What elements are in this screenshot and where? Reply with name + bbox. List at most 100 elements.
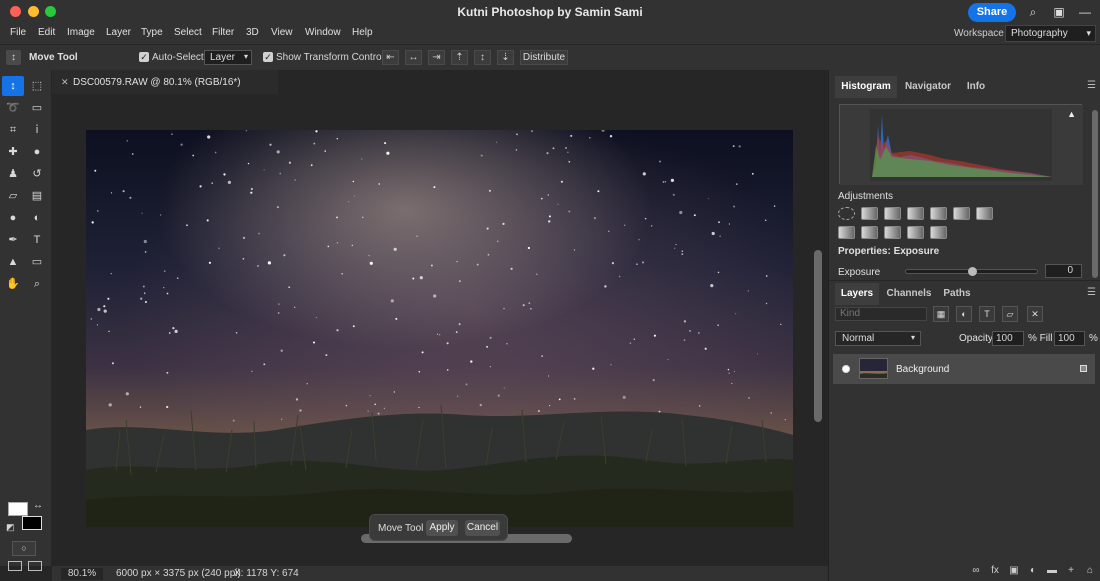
fill-field[interactable]: 100 — [1054, 331, 1085, 346]
levels-icon[interactable] — [861, 207, 878, 220]
layer-kind-filter[interactable]: Kind — [835, 307, 927, 321]
eraser-tool-icon[interactable]: ▱ — [2, 186, 24, 206]
black-white-icon[interactable] — [838, 226, 855, 239]
cancel-button[interactable]: Cancel — [465, 520, 500, 536]
canvas-image[interactable] — [86, 130, 793, 527]
opacity-field[interactable]: 100 — [992, 331, 1024, 346]
layer-style-icon[interactable]: fx — [988, 564, 1002, 578]
panel-menu-icon[interactable]: ☰ — [1087, 80, 1096, 91]
filter-shape-icon[interactable]: ▱ — [1002, 306, 1018, 322]
align-middle-v-icon[interactable]: ↕ — [474, 50, 491, 65]
vertical-scrollbar[interactable] — [814, 250, 822, 422]
exposure-slider[interactable] — [905, 267, 1038, 276]
auto-select-checkbox[interactable]: ✓ — [139, 52, 149, 62]
menu-select[interactable]: Select — [174, 27, 202, 38]
tab-layers[interactable]: Layers — [835, 283, 879, 305]
filter-pixel-icon[interactable]: ▦ — [933, 306, 949, 322]
close-icon[interactable]: ✕ — [61, 77, 69, 88]
exposure-value-field[interactable]: 0 — [1045, 264, 1082, 278]
shape-tool-icon[interactable]: ▭ — [26, 252, 48, 272]
healing-tool-icon[interactable]: ✚ — [2, 142, 24, 162]
group-icon[interactable]: ▬ — [1045, 564, 1059, 578]
share-button[interactable]: Share — [968, 3, 1016, 22]
show-transform-checkbox[interactable]: ✓ — [263, 52, 273, 62]
menu-image[interactable]: Image — [67, 27, 95, 38]
menu-filter[interactable]: Filter — [212, 27, 234, 38]
menu-window[interactable]: Window — [305, 27, 341, 38]
vibrance-icon[interactable] — [930, 207, 947, 220]
panel-scrollbar[interactable] — [1092, 110, 1098, 278]
move-tool-icon[interactable]: ↕ — [6, 50, 21, 65]
align-bottom-icon[interactable]: ⇣ — [497, 50, 514, 65]
quick-mask-icon[interactable]: ○ — [12, 541, 36, 556]
layer-row[interactable]: Background — [833, 354, 1095, 384]
dodge-tool-icon[interactable]: ◐ — [26, 208, 48, 228]
visibility-eye-icon[interactable] — [842, 365, 850, 373]
background-color-swatch[interactable] — [22, 516, 42, 530]
lasso-tool-icon[interactable]: ➰ — [2, 98, 24, 118]
align-left-icon[interactable]: ⇤ — [382, 50, 399, 65]
tab-info[interactable]: Info — [961, 76, 991, 98]
menu-type[interactable]: Type — [141, 27, 163, 38]
blur-tool-icon[interactable]: ● — [2, 208, 24, 228]
crop-tool-icon[interactable]: ⌗ — [2, 120, 24, 140]
lock-icon[interactable] — [1080, 365, 1087, 372]
zoom-tool-icon[interactable]: ⌕ — [26, 274, 48, 294]
menu-help[interactable]: Help — [352, 27, 373, 38]
invert-icon[interactable] — [930, 226, 947, 239]
layer-mask-icon[interactable]: ▣ — [1007, 564, 1021, 578]
screen-mode-alt-icon[interactable] — [28, 561, 42, 571]
exposure-icon[interactable] — [907, 207, 924, 220]
zoom-field[interactable]: 80.1% — [61, 568, 103, 580]
apply-button[interactable]: Apply — [426, 520, 458, 536]
pen-tool-icon[interactable]: ✒ — [2, 230, 24, 250]
search-icon[interactable]: ⌕ — [1024, 3, 1042, 21]
curves-icon[interactable] — [884, 207, 901, 220]
blend-mode-select[interactable]: Normal ▾ — [835, 331, 921, 346]
color-lookup-icon[interactable] — [907, 226, 924, 239]
swap-colors-icon[interactable]: ↔ — [33, 500, 43, 511]
gradient-tool-icon[interactable]: ▤ — [26, 186, 48, 206]
menu-3d[interactable]: 3D — [246, 27, 259, 38]
arrange-windows-icon[interactable]: ▣ — [1050, 3, 1068, 21]
minimize-icon[interactable]: — — [1076, 3, 1094, 21]
align-top-icon[interactable]: ⇡ — [451, 50, 468, 65]
exposure-slider-thumb[interactable] — [967, 267, 977, 276]
distribute-button[interactable]: Distribute — [520, 50, 568, 65]
hue-saturation-icon[interactable] — [953, 207, 970, 220]
move-tool-icon[interactable]: ↕ — [2, 76, 24, 96]
tab-histogram[interactable]: Histogram — [835, 76, 897, 98]
tab-channels[interactable]: Channels — [885, 283, 933, 305]
default-colors-icon[interactable]: ◩ — [6, 522, 15, 533]
photo-filter-icon[interactable] — [861, 226, 878, 239]
quick-select-tool-icon[interactable]: ▭ — [26, 98, 48, 118]
foreground-color-swatch[interactable] — [8, 502, 28, 516]
new-layer-icon[interactable]: + — [1064, 564, 1078, 578]
screen-mode-icon[interactable] — [8, 561, 22, 571]
stamp-tool-icon[interactable]: ♟ — [2, 164, 24, 184]
brightness-icon[interactable] — [838, 207, 855, 220]
tab-paths[interactable]: Paths — [939, 283, 975, 305]
eyedropper-tool-icon[interactable]: ⅰ — [26, 120, 48, 140]
menu-view[interactable]: View — [271, 27, 293, 38]
workspace-select[interactable]: Photography ▾ — [1005, 25, 1096, 42]
delete-layer-icon[interactable]: ⌂ — [1083, 564, 1097, 578]
align-center-h-icon[interactable]: ↔ — [405, 50, 422, 65]
filter-off-icon[interactable]: ✕ — [1027, 306, 1043, 322]
clipping-warning-icon[interactable]: ▲ — [1067, 109, 1076, 119]
path-select-tool-icon[interactable]: ▲ — [2, 252, 24, 272]
filter-type-icon[interactable]: T — [979, 306, 995, 322]
panel-menu-icon[interactable]: ☰ — [1087, 287, 1096, 298]
filter-adjustment-icon[interactable]: ◐ — [956, 306, 972, 322]
document-tab[interactable]: ✕ DSC00579.RAW @ 80.1% (RGB/16*) — [52, 70, 278, 94]
channel-mixer-icon[interactable] — [884, 226, 901, 239]
marquee-tool-icon[interactable]: ⬚ — [26, 76, 48, 96]
history-brush-tool-icon[interactable]: ↺ — [26, 164, 48, 184]
menu-file[interactable]: File — [10, 27, 26, 38]
link-layers-icon[interactable]: ∞ — [969, 564, 983, 578]
menu-layer[interactable]: Layer — [106, 27, 131, 38]
color-balance-icon[interactable] — [976, 207, 993, 220]
hand-tool-icon[interactable]: ✋ — [2, 274, 24, 294]
menu-edit[interactable]: Edit — [38, 27, 55, 38]
type-tool-icon[interactable]: T — [26, 230, 48, 250]
